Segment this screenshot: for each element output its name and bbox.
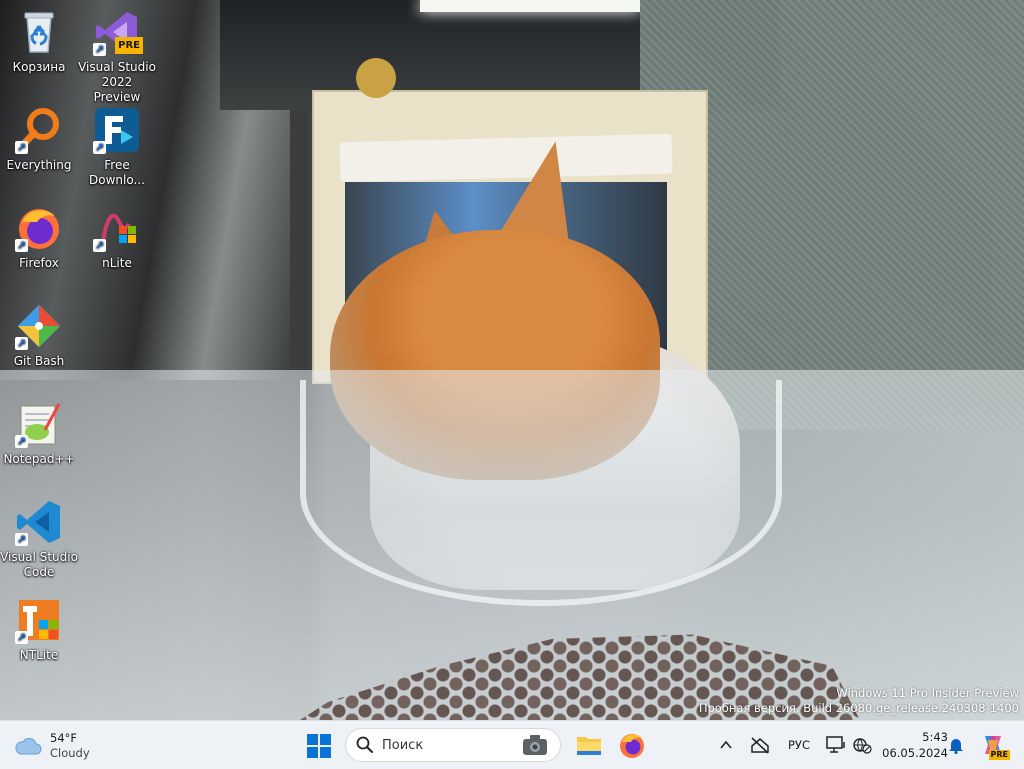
desktop-icon-label: Корзина (12, 60, 66, 74)
magnifier-icon: ↗ (15, 106, 63, 154)
preview-badge: PRE (115, 37, 143, 54)
start-button[interactable] (306, 733, 332, 759)
chevron-up-icon (720, 740, 732, 749)
clock-time: 5:43 (922, 730, 948, 744)
watermark-build: Пробная версия. Build 26080.ge_release.2… (698, 701, 1019, 715)
desktop-icon-label: nLite (102, 256, 132, 270)
globe-disconnected-icon (853, 738, 872, 754)
shortcut-arrow-icon: ↗ (93, 43, 106, 56)
taskbar: 54°F Cloudy Поиск РУС 5:43 06.05.2024 PR… (0, 720, 1024, 769)
search-highlight-camera-icon (523, 735, 547, 755)
git-bash-icon: ↗ (15, 302, 63, 350)
copilot-preview-badge: PRE (988, 750, 1010, 760)
desktop-icon-label: Notepad++ (3, 452, 75, 466)
weather-condition: Cloudy (50, 746, 90, 760)
shortcut-arrow-icon: ↗ (15, 141, 28, 154)
shortcut-arrow-icon: ↗ (15, 337, 28, 350)
desktop-icon-nlite[interactable]: ↗ nLite (78, 204, 156, 271)
desktop-icon-git-bash[interactable]: ↗ Git Bash (0, 302, 78, 369)
notifications-button[interactable] (948, 721, 964, 769)
search-icon (356, 736, 373, 753)
desktop-icon-visual-studio-2022-preview[interactable]: PRE ↗ Visual Studio 2022 Preview (78, 8, 156, 105)
desktop-icon-label: Free Downlo... (89, 158, 145, 187)
shortcut-arrow-icon: ↗ (93, 239, 106, 252)
no-internet-icon (751, 737, 769, 754)
shortcut-arrow-icon: ↗ (15, 533, 28, 546)
taskbar-firefox[interactable] (618, 731, 646, 759)
bell-icon (949, 739, 963, 754)
tray-connectivity[interactable] (852, 721, 872, 769)
desktop-icon-ntlite[interactable]: ↗ NTLite (0, 596, 78, 663)
shortcut-arrow-icon: ↗ (15, 239, 28, 252)
desktop-icon-label: NTLite (19, 648, 59, 662)
search-placeholder: Поиск (382, 737, 424, 753)
shortcut-arrow-icon: ↗ (15, 631, 28, 644)
taskbar-clock[interactable]: 5:43 06.05.2024 (878, 729, 948, 761)
folder-icon (577, 737, 601, 755)
visual-studio-icon: PRE ↗ (93, 8, 143, 56)
desktop-icon-firefox[interactable]: ↗ Firefox (0, 204, 78, 271)
desktop-icon-visual-studio-code[interactable]: ↗ Visual Studio Code (0, 498, 78, 580)
copilot-button[interactable]: PRE (980, 721, 1010, 769)
firefox-icon (620, 734, 644, 758)
input-language-indicator[interactable]: РУС (788, 721, 810, 769)
tray-overflow-chevron[interactable] (718, 721, 734, 769)
taskbar-search-box[interactable]: Поиск (345, 728, 561, 762)
cloud-icon (14, 737, 42, 755)
vscode-icon: ↗ (15, 498, 63, 546)
insider-watermark: Windows 11 Pro Insider Preview Пробная в… (699, 686, 1019, 716)
notepad-plus-plus-icon: ↗ (15, 400, 63, 448)
ntlite-icon: ↗ (15, 596, 63, 644)
monitor-icon (826, 736, 845, 753)
free-download-manager-icon: ↗ (93, 106, 141, 154)
desktop-icon-free-download-manager[interactable]: ↗ Free Downlo... (78, 106, 156, 188)
shortcut-arrow-icon: ↗ (93, 141, 106, 154)
desktop-icon-everything[interactable]: ↗ Everything (0, 106, 78, 173)
desktop-icon-recycle-bin[interactable]: Корзина (0, 8, 78, 75)
copilot-icon: PRE (980, 732, 1010, 760)
recycle-bin-icon (15, 8, 63, 56)
windows-logo-icon (307, 734, 331, 758)
tray-network-status[interactable] (750, 721, 770, 769)
desktop-icon-label: Git Bash (13, 354, 65, 368)
desktop-icon-label: Visual Studio Code (0, 550, 78, 579)
desktop-icon-notepad-plus-plus[interactable]: ↗ Notepad++ (0, 400, 78, 467)
nlite-icon: ↗ (93, 204, 141, 252)
tray-display[interactable] (826, 721, 846, 769)
firefox-icon: ↗ (15, 204, 63, 252)
weather-widget[interactable]: 54°F Cloudy (14, 729, 134, 763)
desktop-icon-label: Everything (6, 158, 72, 172)
clock-date: 06.05.2024 (882, 746, 948, 760)
shortcut-arrow-icon: ↗ (15, 435, 28, 448)
desktop-icon-label: Visual Studio 2022 Preview (78, 60, 156, 104)
weather-temperature: 54°F (50, 731, 77, 745)
taskbar-file-explorer[interactable] (575, 731, 603, 759)
desktop-icon-label: Firefox (19, 256, 59, 270)
watermark-edition: Windows 11 Pro Insider Preview (836, 686, 1019, 700)
